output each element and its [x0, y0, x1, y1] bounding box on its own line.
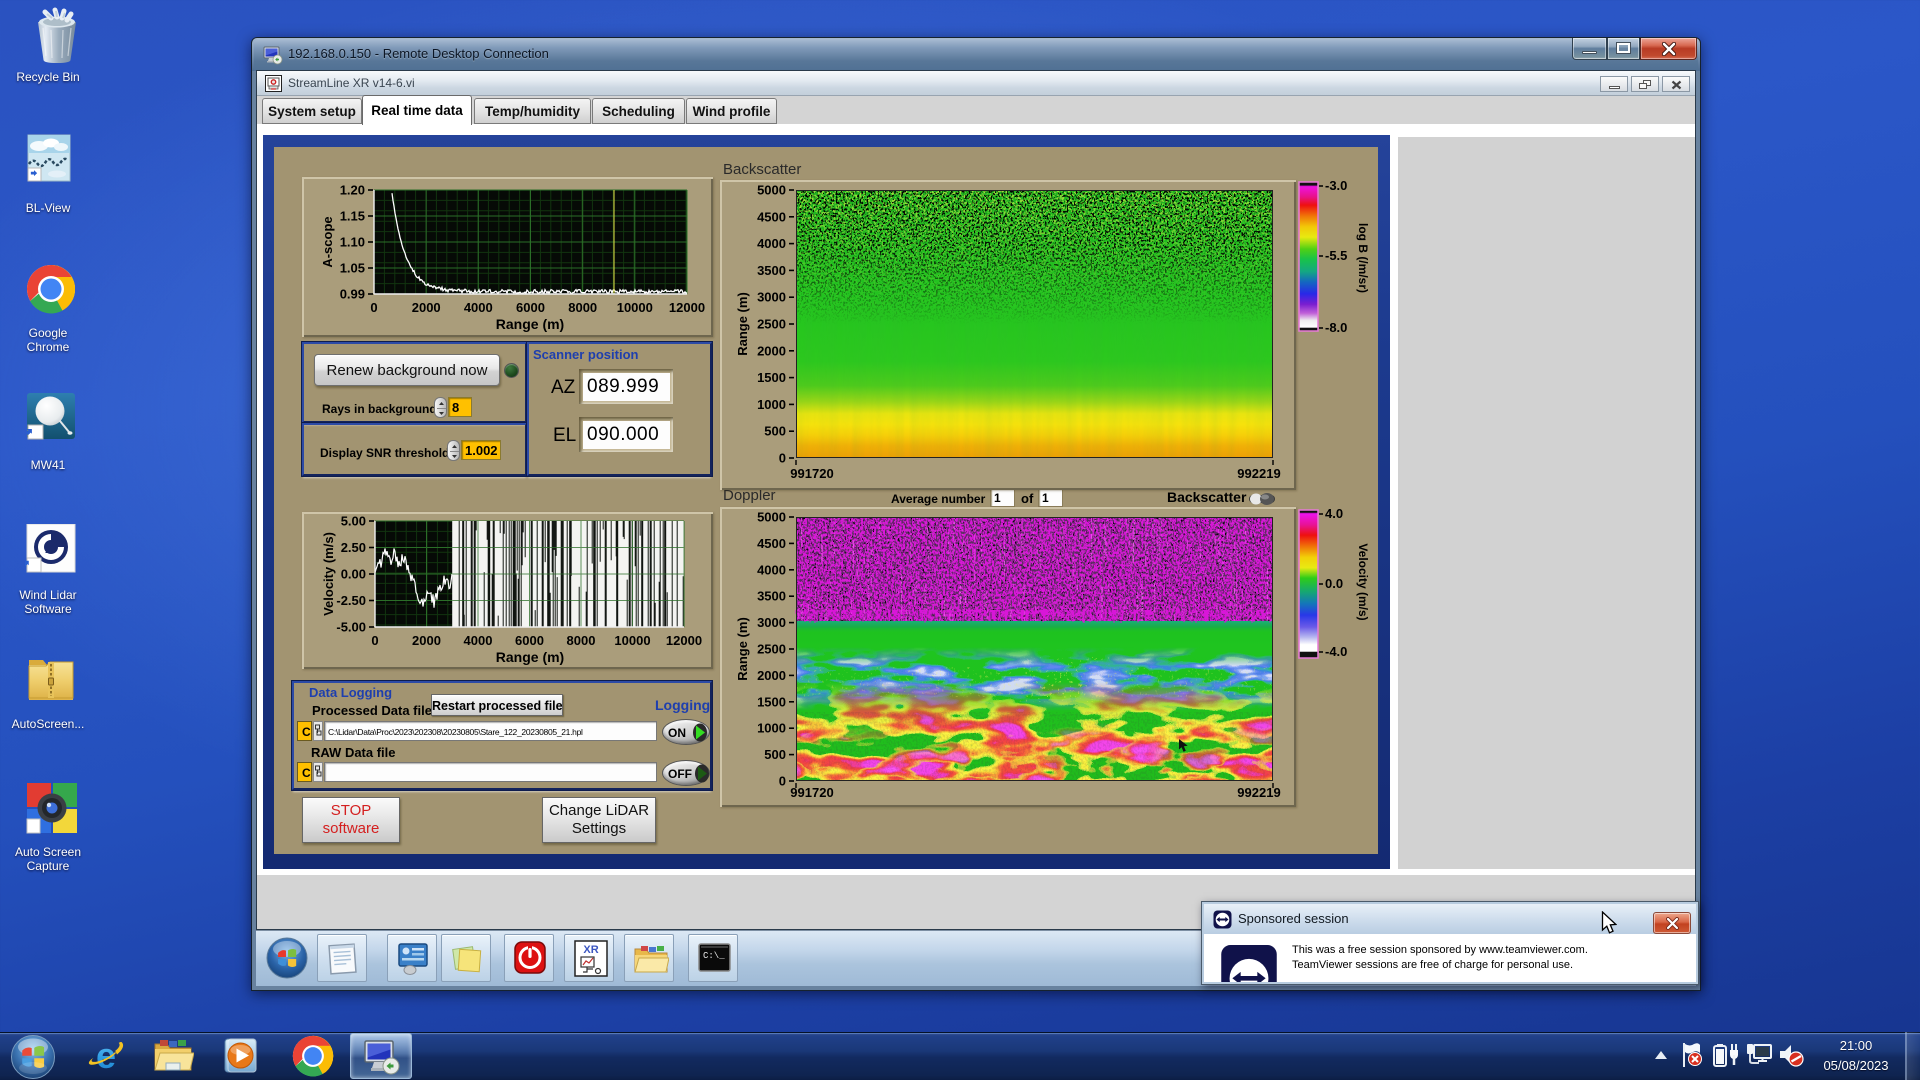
- svg-text:0: 0: [370, 300, 377, 315]
- svg-text:Range (m): Range (m): [735, 292, 750, 356]
- svg-text:1.10: 1.10: [340, 235, 365, 250]
- svg-text:4000: 4000: [464, 633, 493, 648]
- svg-text:4.0: 4.0: [1325, 506, 1343, 521]
- svg-text:-3.0: -3.0: [1325, 178, 1347, 193]
- svg-text:3500: 3500: [757, 589, 786, 604]
- svg-text:5000: 5000: [757, 183, 786, 198]
- svg-text:log B (/m/sr): log B (/m/sr): [1356, 223, 1370, 293]
- svg-text:e: e: [96, 1036, 116, 1076]
- svg-text:500: 500: [764, 747, 786, 762]
- svg-text:4000: 4000: [757, 236, 786, 251]
- svg-text:991720: 991720: [790, 466, 833, 481]
- svg-text:6000: 6000: [515, 633, 544, 648]
- svg-text:-5.5: -5.5: [1325, 248, 1347, 263]
- svg-text:12000: 12000: [666, 633, 702, 648]
- svg-text:Range (m): Range (m): [735, 617, 750, 681]
- svg-text:0: 0: [371, 633, 378, 648]
- svg-text:8000: 8000: [568, 300, 597, 315]
- svg-text:4500: 4500: [757, 536, 786, 551]
- svg-text:2000: 2000: [412, 300, 441, 315]
- svg-text:2.50: 2.50: [341, 540, 366, 555]
- svg-text:1.20: 1.20: [340, 183, 365, 198]
- svg-text:4000: 4000: [464, 300, 493, 315]
- svg-text:0.99: 0.99: [340, 287, 365, 302]
- svg-text:-2.50: -2.50: [336, 593, 366, 608]
- svg-text:1000: 1000: [757, 397, 786, 412]
- svg-text:2500: 2500: [757, 317, 786, 332]
- svg-text:991720: 991720: [790, 785, 833, 800]
- svg-text:4000: 4000: [757, 562, 786, 577]
- svg-text:1000: 1000: [757, 721, 786, 736]
- svg-text:2000: 2000: [412, 633, 441, 648]
- svg-text:2000: 2000: [757, 343, 786, 358]
- svg-text:500: 500: [764, 424, 786, 439]
- svg-text:5000: 5000: [757, 510, 786, 525]
- svg-text:992219: 992219: [1237, 785, 1280, 800]
- svg-text:Velocity (m/s): Velocity (m/s): [1356, 543, 1370, 620]
- svg-text:0: 0: [779, 451, 786, 466]
- svg-text:3500: 3500: [757, 263, 786, 278]
- svg-text:10000: 10000: [617, 300, 653, 315]
- svg-text:1.15: 1.15: [340, 209, 365, 224]
- svg-text:XR: XR: [583, 944, 598, 956]
- svg-text:-4.0: -4.0: [1325, 644, 1347, 659]
- svg-text:1500: 1500: [757, 694, 786, 709]
- svg-text:Range (m): Range (m): [496, 649, 564, 665]
- svg-text:3000: 3000: [757, 615, 786, 630]
- svg-text:1.05: 1.05: [340, 261, 365, 276]
- svg-text:1500: 1500: [757, 370, 786, 385]
- svg-text:8000: 8000: [567, 633, 596, 648]
- svg-text:10000: 10000: [614, 633, 650, 648]
- svg-text:A-scope: A-scope: [320, 216, 335, 267]
- svg-text:3000: 3000: [757, 290, 786, 305]
- svg-text:2000: 2000: [757, 668, 786, 683]
- svg-text:0.00: 0.00: [341, 567, 366, 582]
- svg-text:0: 0: [779, 774, 786, 789]
- svg-text:992219: 992219: [1237, 466, 1280, 481]
- svg-text:-8.0: -8.0: [1325, 320, 1347, 335]
- svg-text:Range (m): Range (m): [496, 316, 564, 332]
- svg-text:12000: 12000: [669, 300, 705, 315]
- svg-text:2500: 2500: [757, 642, 786, 657]
- svg-text:Velocity (m/s): Velocity (m/s): [321, 532, 336, 616]
- svg-text:-5.00: -5.00: [336, 620, 366, 635]
- svg-text:6000: 6000: [516, 300, 545, 315]
- svg-text:C:\_: C:\_: [703, 951, 725, 961]
- svg-text:5.00: 5.00: [341, 514, 366, 529]
- svg-text:0.0: 0.0: [1325, 576, 1343, 591]
- svg-text:4500: 4500: [757, 209, 786, 224]
